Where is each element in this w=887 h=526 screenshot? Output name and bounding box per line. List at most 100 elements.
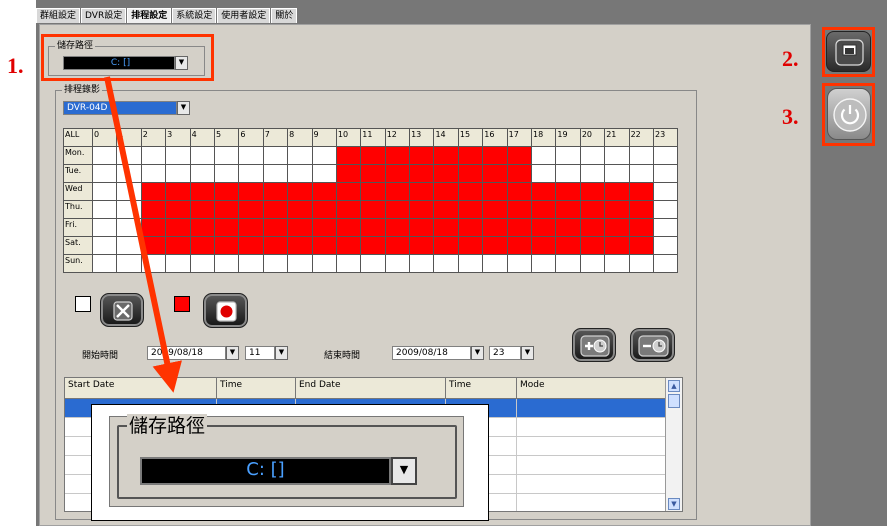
- schedule-cell[interactable]: [482, 146, 508, 165]
- schedule-cell[interactable]: [213, 254, 240, 273]
- schedule-cell[interactable]: [91, 200, 118, 219]
- hour-header-19[interactable]: 19: [555, 128, 581, 147]
- schedule-cell[interactable]: [189, 146, 215, 165]
- add-schedule-button[interactable]: [572, 328, 616, 362]
- schedule-cell[interactable]: [555, 218, 581, 237]
- schedule-cell[interactable]: [165, 164, 191, 183]
- schedule-cell[interactable]: [604, 146, 630, 165]
- schedule-cell[interactable]: [482, 218, 508, 237]
- hour-header-3[interactable]: 3: [165, 128, 191, 147]
- schedule-cell[interactable]: [189, 164, 215, 183]
- schedule-cell[interactable]: [482, 182, 508, 201]
- schedule-cell[interactable]: [604, 254, 630, 273]
- schedule-cell[interactable]: [652, 254, 679, 273]
- schedule-cell[interactable]: [384, 200, 411, 219]
- schedule-cell[interactable]: [116, 218, 142, 237]
- schedule-cell[interactable]: [384, 146, 411, 165]
- schedule-cell[interactable]: [555, 164, 581, 183]
- hour-header-22[interactable]: 22: [628, 128, 654, 147]
- schedule-cell[interactable]: [262, 200, 289, 219]
- schedule-cell[interactable]: [409, 200, 435, 219]
- schedule-cell[interactable]: [409, 254, 435, 273]
- schedule-cell[interactable]: [335, 218, 362, 237]
- col-end-time[interactable]: Time: [449, 380, 471, 390]
- schedule-cell[interactable]: [335, 236, 362, 255]
- schedule-cell[interactable]: [262, 146, 289, 165]
- schedule-cell[interactable]: [213, 218, 240, 237]
- schedule-cell[interactable]: [287, 200, 313, 219]
- schedule-cell[interactable]: [238, 164, 264, 183]
- schedule-cell[interactable]: [531, 164, 557, 183]
- set-record-button[interactable]: [203, 293, 248, 328]
- schedule-cell[interactable]: [140, 254, 167, 273]
- schedule-cell[interactable]: [189, 236, 215, 255]
- schedule-cell[interactable]: [287, 146, 313, 165]
- schedule-cell[interactable]: [287, 218, 313, 237]
- schedule-cell[interactable]: [433, 218, 459, 237]
- remove-schedule-button[interactable]: [630, 328, 675, 362]
- dvr-select[interactable]: DVR-04D ▼: [63, 101, 190, 115]
- schedule-cell[interactable]: [482, 254, 508, 273]
- day-header[interactable]: Fri.: [63, 218, 93, 237]
- schedule-cell[interactable]: [140, 218, 167, 237]
- schedule-cell[interactable]: [311, 218, 337, 237]
- schedule-cell[interactable]: [604, 164, 630, 183]
- schedule-cell[interactable]: [457, 218, 484, 237]
- schedule-cell[interactable]: [457, 146, 484, 165]
- select-all-cell[interactable]: ALL: [63, 128, 93, 147]
- end-date-select[interactable]: 2009/08/18 ▼: [392, 346, 484, 360]
- schedule-cell[interactable]: [335, 200, 362, 219]
- tab-system-settings[interactable]: 系統設定: [172, 8, 217, 23]
- schedule-cell[interactable]: [482, 164, 508, 183]
- schedule-cell[interactable]: [116, 200, 142, 219]
- hour-header-1[interactable]: 1: [116, 128, 142, 147]
- schedule-cell[interactable]: [140, 146, 167, 165]
- schedule-cell[interactable]: [457, 164, 484, 183]
- schedule-cell[interactable]: [433, 254, 459, 273]
- schedule-cell[interactable]: [652, 236, 679, 255]
- schedule-cell[interactable]: [628, 146, 654, 165]
- schedule-cell[interactable]: [579, 218, 606, 237]
- schedule-cell[interactable]: [238, 254, 264, 273]
- schedule-cell[interactable]: [360, 164, 386, 183]
- list-scrollbar[interactable]: ▲ ▼: [665, 378, 682, 511]
- schedule-cell[interactable]: [165, 218, 191, 237]
- schedule-cell[interactable]: [262, 254, 289, 273]
- schedule-cell[interactable]: [409, 218, 435, 237]
- schedule-cell[interactable]: [506, 164, 533, 183]
- schedule-cell[interactable]: [433, 182, 459, 201]
- schedule-cell[interactable]: [579, 236, 606, 255]
- hour-header-8[interactable]: 8: [287, 128, 313, 147]
- start-hour-select[interactable]: 11 ▼: [245, 346, 288, 360]
- schedule-cell[interactable]: [287, 254, 313, 273]
- schedule-cell[interactable]: [116, 236, 142, 255]
- schedule-cell[interactable]: [652, 164, 679, 183]
- schedule-cell[interactable]: [555, 200, 581, 219]
- schedule-cell[interactable]: [116, 254, 142, 273]
- schedule-cell[interactable]: [116, 182, 142, 201]
- day-header[interactable]: Tue.: [63, 164, 93, 183]
- hour-header-13[interactable]: 13: [409, 128, 435, 147]
- schedule-cell[interactable]: [628, 164, 654, 183]
- hour-header-2[interactable]: 2: [140, 128, 167, 147]
- schedule-cell[interactable]: [384, 236, 411, 255]
- schedule-cell[interactable]: [433, 200, 459, 219]
- schedule-cell[interactable]: [311, 200, 337, 219]
- schedule-cell[interactable]: [384, 254, 411, 273]
- schedule-cell[interactable]: [165, 200, 191, 219]
- schedule-cell[interactable]: [287, 236, 313, 255]
- tab-dvr-settings[interactable]: DVR設定: [81, 8, 127, 23]
- day-header[interactable]: Sat.: [63, 236, 93, 255]
- schedule-cell[interactable]: [457, 200, 484, 219]
- schedule-cell[interactable]: [189, 254, 215, 273]
- schedule-cell[interactable]: [457, 236, 484, 255]
- schedule-cell[interactable]: [433, 164, 459, 183]
- schedule-cell[interactable]: [165, 146, 191, 165]
- hour-header-15[interactable]: 15: [457, 128, 484, 147]
- schedule-cell[interactable]: [335, 254, 362, 273]
- hour-header-0[interactable]: 0: [91, 128, 118, 147]
- schedule-cell[interactable]: [604, 182, 630, 201]
- schedule-cell[interactable]: [628, 254, 654, 273]
- schedule-cell[interactable]: [91, 254, 118, 273]
- schedule-cell[interactable]: [335, 146, 362, 165]
